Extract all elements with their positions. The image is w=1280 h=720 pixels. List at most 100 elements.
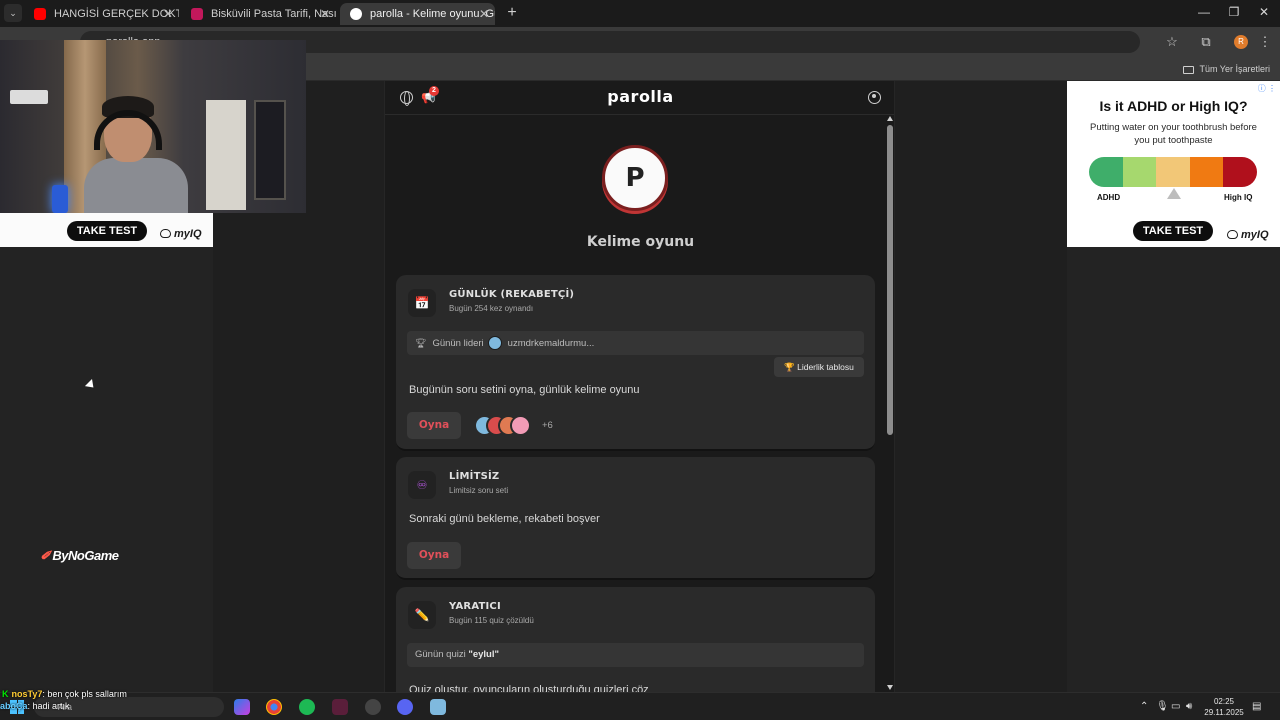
adchoices-icon[interactable]: ⓘ ⋮ [1258,83,1276,94]
chat-text: : hadi artık [27,701,70,711]
tab-strip: ⌄ HANGİSİ GERÇEK DOKTOR?! ft. ✕ Bisküvil… [0,0,1280,27]
parolla-logo: P [602,145,668,211]
volume-icon[interactable]: 🔊︎ [1186,701,1192,712]
profile-avatar[interactable]: R [1234,35,1248,49]
adhd-iq-scale [1089,157,1257,187]
calendar-icon: 📅 [408,289,436,317]
all-bookmarks-label: Tüm Yer İşaretleri [1199,64,1270,74]
card-subtitle: Bugün 115 quiz çözüldü [449,616,534,625]
more-players-count: +6 [542,420,553,431]
close-window-button[interactable]: ✕ [1256,5,1272,19]
card-subtitle: Limitsiz soru seti [449,486,509,495]
obs-icon[interactable] [365,699,381,715]
folder-icon [1183,65,1195,74]
daily-leader-row[interactable]: 🏆︎ Günün lideri uzmdrkemaldurmu... [407,331,864,355]
left-sidebar [0,247,213,692]
menu-icon[interactable]: ⋮ [1257,34,1273,50]
right-sidebar [1067,247,1280,692]
close-tab-icon[interactable]: ✕ [320,3,330,25]
ad-subtitle: Putting water on your toothbrush before … [1090,122,1257,146]
tab-search-button[interactable]: ⌄ [4,4,22,22]
card-title: YARATICI [449,601,501,612]
brain-icon [160,229,171,238]
leader-avatar [487,336,502,351]
taskbar-clock[interactable]: 02:25 29.11.2025 [1202,696,1246,718]
bynogame-logo: ✐ ByNoGame [40,548,119,563]
creator-card: ✏️ YARATICI Bugün 115 quiz çözüldü Günün… [396,587,875,692]
tab-title: parolla - Kelime oyunu. Günlük [370,8,495,20]
tab-youtube[interactable]: HANGİSİ GERÇEK DOKTOR?! ft. ✕ [24,3,179,25]
trophy-outline-icon: 🏆︎ [415,338,427,348]
network-icon[interactable]: ▭ [1171,701,1180,712]
notifications-icon[interactable]: ▤ [1252,701,1261,712]
play-unlimited-button[interactable]: Oyna [407,542,461,569]
app-header: 📢 2 parolla [385,81,894,115]
extensions-icon[interactable]: ⧉ [1198,34,1214,50]
leader-name: uzmdrkemaldurmu... [507,338,595,349]
parolla-favicon-icon [350,8,362,20]
app-brand[interactable]: parolla [385,87,894,106]
recipe-site-icon [191,8,203,20]
myiq-logo: myIQ [1227,228,1269,242]
clock-time: 02:25 [1213,697,1235,706]
take-test-button[interactable]: TAKE TEST [67,221,147,241]
scale-pointer-icon [1167,188,1181,199]
right-ad-banner[interactable]: ⓘ ⋮ Is it ADHD or High IQ? Putting water… [1067,81,1280,247]
tab-recipe[interactable]: Bisküvili Pasta Tarifi, Nasıl Yapılır ✕ [181,3,336,25]
stream-chat-overlay: KnosTy7: ben çok pls sallarım aboÇa: had… [0,688,224,712]
notepad-icon[interactable] [430,699,446,715]
chat-username: nosTy7 [11,689,43,699]
scale-label-right: High IQ [1224,193,1253,202]
scroll-down-icon[interactable] [887,685,893,690]
tray-chevron-icon[interactable]: ⌃ [1140,701,1148,712]
chrome-icon[interactable] [266,699,282,715]
tab-title: HANGİSİ GERÇEK DOKTOR?! ft. [54,8,179,20]
player-avatar [510,415,531,436]
card-description: Sonraki günü bekleme, rekabeti boşver [409,513,600,525]
microphone-icon[interactable]: 🎙︎ [1156,701,1169,712]
infinity-icon: ♾ [408,471,436,499]
new-tab-button[interactable]: + [505,3,519,23]
clock-date: 29.11.2025 [1204,708,1244,717]
user-account-icon[interactable] [868,91,881,104]
spotify-icon[interactable] [299,699,315,715]
close-tab-icon[interactable]: ✕ [163,3,173,25]
card-description: Quiz oluştur, oyuncuların oluşturduğu qu… [409,684,649,692]
quiz-name: "eylul" [468,649,500,660]
scroll-up-icon[interactable] [887,116,893,121]
pencil-icon: ✏️ [408,601,436,629]
bynogame-mark-icon: ✐ [40,548,51,563]
scale-segment [1223,157,1257,187]
play-daily-button[interactable]: Oyna [407,412,461,439]
restore-button[interactable]: ❐ [1226,5,1242,19]
chat-username: aboÇa [0,701,28,711]
leaderboard-button[interactable]: 🏆 Liderlik tablosu [774,357,864,377]
minimize-button[interactable]: — [1196,5,1212,19]
parolla-app: 📢 2 parolla P Kelime oyunu 📅 GÜNLÜK (REK… [384,81,895,692]
left-ad-banner[interactable]: TAKE TEST myIQ [0,213,213,247]
card-title: LİMİTSİZ [449,471,500,482]
scale-label-left: ADHD [1097,193,1121,202]
card-title: GÜNLÜK (REKABETÇİ) [449,289,575,300]
discord-icon[interactable] [397,699,413,715]
take-test-button[interactable]: TAKE TEST [1133,221,1213,241]
scrollbar-thumb[interactable] [887,125,893,435]
tab-title: Bisküvili Pasta Tarifi, Nasıl Yapılır [211,8,336,20]
scale-segment [1122,157,1157,187]
brain-icon [1227,230,1238,239]
daily-quiz-row[interactable]: Günün quizi "eylul" [407,643,864,667]
chat-message: aboÇa: hadi artık [0,700,224,712]
myiq-logo: myIQ [160,227,202,241]
scale-segment [1189,157,1224,187]
card-description: Bugünün soru setini oyna, günlük kelime … [409,384,640,396]
daily-card: 📅 GÜNLÜK (REKABETÇİ) Bugün 254 kez oynan… [396,275,875,451]
ad-title: Is it ADHD or High IQ? [1099,98,1248,114]
page-title: Kelime oyunu [586,234,695,250]
copilot-icon[interactable] [234,699,250,715]
all-bookmarks-button[interactable]: Tüm Yer İşaretleri [1183,61,1270,77]
tab-parolla[interactable]: parolla - Kelime oyunu. Günlük ✕ [340,3,495,25]
bookmark-star-icon[interactable]: ☆ [1164,34,1180,50]
close-tab-icon[interactable]: ✕ [479,3,489,25]
chat-message: KnosTy7: ben çok pls sallarım [0,688,224,700]
app-icon[interactable] [332,699,348,715]
